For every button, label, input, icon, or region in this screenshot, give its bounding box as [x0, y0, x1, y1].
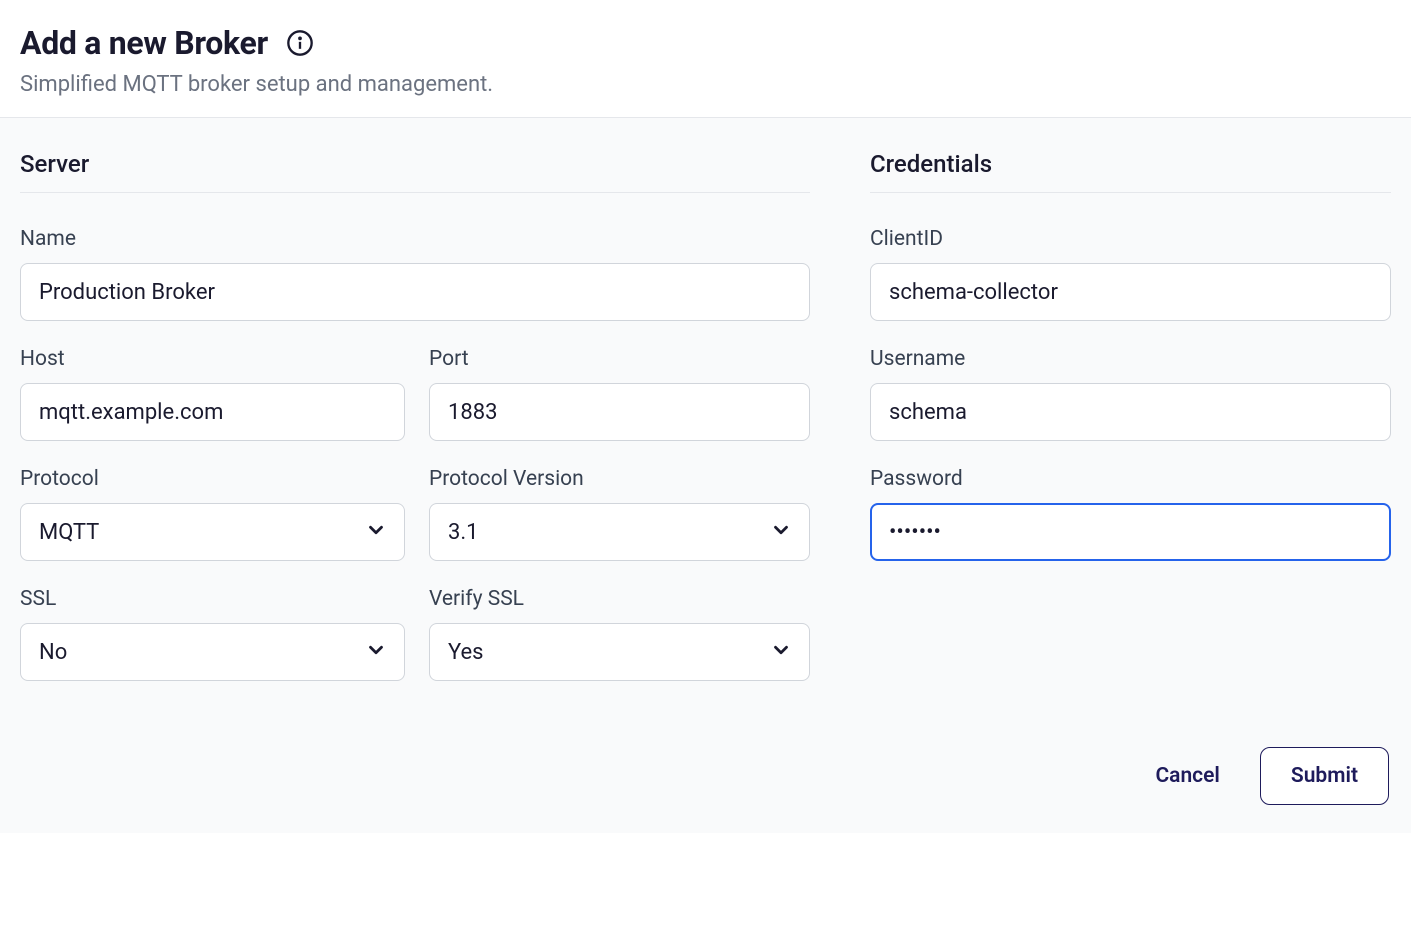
- verify-ssl-label: Verify SSL: [429, 587, 810, 611]
- verify-ssl-select-wrapper: Yes: [429, 623, 810, 681]
- protocol-version-select[interactable]: 3.1: [429, 503, 810, 561]
- password-label: Password: [870, 467, 1391, 491]
- page-subtitle: Simplified MQTT broker setup and managem…: [20, 72, 1391, 97]
- ssl-label: SSL: [20, 587, 405, 611]
- protocol-label: Protocol: [20, 467, 405, 491]
- credentials-section: Credentials ClientID Username Password: [870, 150, 1391, 707]
- info-icon[interactable]: [284, 27, 316, 59]
- protocol-field-group: Protocol MQTT: [20, 467, 405, 561]
- server-section: Server Name Host Port Protocol: [20, 150, 810, 707]
- password-field-group: Password: [870, 467, 1391, 561]
- host-port-row: Host Port: [20, 347, 810, 467]
- form-columns: Server Name Host Port Protocol: [20, 150, 1391, 707]
- username-label: Username: [870, 347, 1391, 371]
- host-field-group: Host: [20, 347, 405, 441]
- submit-button[interactable]: Submit: [1260, 747, 1389, 805]
- password-input[interactable]: [870, 503, 1391, 561]
- page-header: Add a new Broker Simplified MQTT broker …: [0, 0, 1411, 118]
- protocol-select-wrapper: MQTT: [20, 503, 405, 561]
- port-input[interactable]: [429, 383, 810, 441]
- credentials-heading: Credentials: [870, 150, 1391, 193]
- ssl-row: SSL No Verify SSL Yes: [20, 587, 810, 707]
- username-input[interactable]: [870, 383, 1391, 441]
- name-field-group: Name: [20, 227, 810, 321]
- username-field-group: Username: [870, 347, 1391, 441]
- verify-ssl-select[interactable]: Yes: [429, 623, 810, 681]
- form-body: Server Name Host Port Protocol: [0, 118, 1411, 833]
- name-label: Name: [20, 227, 810, 251]
- name-input[interactable]: [20, 263, 810, 321]
- host-label: Host: [20, 347, 405, 371]
- protocol-row: Protocol MQTT Protocol Version: [20, 467, 810, 587]
- protocol-version-label: Protocol Version: [429, 467, 810, 491]
- title-row: Add a new Broker: [20, 24, 1391, 62]
- protocol-select[interactable]: MQTT: [20, 503, 405, 561]
- page-title: Add a new Broker: [20, 24, 268, 62]
- protocol-version-select-wrapper: 3.1: [429, 503, 810, 561]
- protocol-version-field-group: Protocol Version 3.1: [429, 467, 810, 561]
- clientid-input[interactable]: [870, 263, 1391, 321]
- ssl-field-group: SSL No: [20, 587, 405, 681]
- clientid-label: ClientID: [870, 227, 1391, 251]
- ssl-select-wrapper: No: [20, 623, 405, 681]
- host-input[interactable]: [20, 383, 405, 441]
- clientid-field-group: ClientID: [870, 227, 1391, 321]
- ssl-select[interactable]: No: [20, 623, 405, 681]
- port-field-group: Port: [429, 347, 810, 441]
- cancel-button[interactable]: Cancel: [1151, 756, 1223, 796]
- verify-ssl-field-group: Verify SSL Yes: [429, 587, 810, 681]
- server-heading: Server: [20, 150, 810, 193]
- port-label: Port: [429, 347, 810, 371]
- form-actions: Cancel Submit: [20, 747, 1391, 805]
